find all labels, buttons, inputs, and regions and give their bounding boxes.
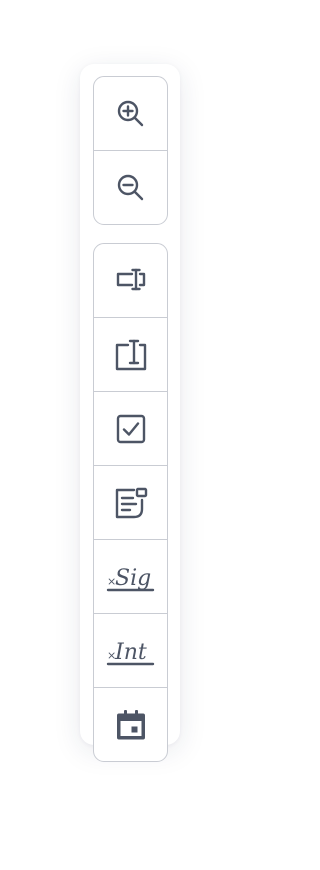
date-tool-button[interactable] [94,688,167,761]
checkbox-tool-button[interactable] [94,392,167,466]
initials-tool-button[interactable]: × Int [94,614,167,688]
initials-glyph: Int [114,640,147,665]
signature-glyph: Sig [115,566,151,591]
initials-icon: × Int [106,640,154,665]
signature-tool-button[interactable]: × Sig [94,540,167,614]
calendar-icon [116,709,145,739]
signature-icon: × Sig [106,566,154,591]
form-field-tool-button[interactable] [94,466,167,540]
text-field-tool-button[interactable] [94,244,167,318]
text-field-icon [116,268,145,290]
tools-panel: × Sig × Int [80,64,180,762]
zoom-out-icon [117,174,143,200]
zoom-in-button[interactable] [94,77,167,151]
text-area-icon [115,339,146,370]
text-area-tool-button[interactable] [94,318,167,392]
zoom-in-icon [117,100,143,126]
checkbox-icon [116,414,145,443]
zoom-button-group [93,76,168,225]
zoom-out-button[interactable] [94,151,167,224]
form-field-icon [115,487,147,518]
field-tools-group: × Sig × Int [93,243,168,762]
